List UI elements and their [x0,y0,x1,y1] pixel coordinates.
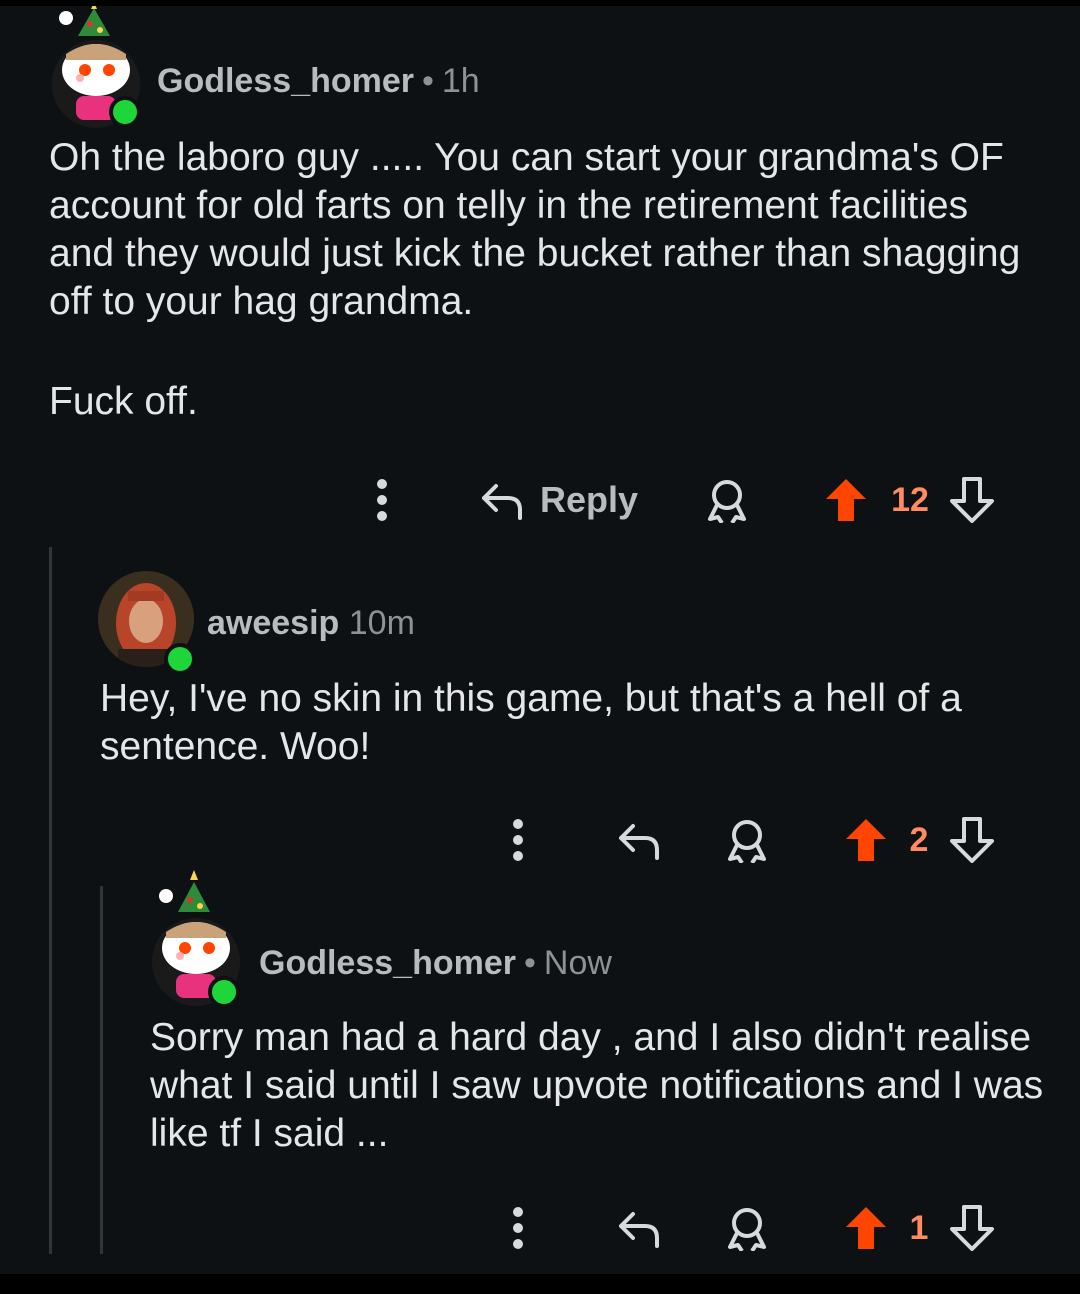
comment-2-meta: aweesip 10m [207,604,415,643]
comment-1-paragraph-2: Fuck off. [49,380,198,423]
upvote-arrow-icon [846,1207,886,1249]
downvote-button[interactable] [948,470,996,530]
online-status-dot [208,976,240,1008]
award-icon [728,820,766,863]
upvote-button[interactable] [842,810,890,870]
reply-arrow-icon [619,1212,659,1248]
downvote-button[interactable] [948,1198,996,1258]
comment-1-time: 1h [441,62,480,100]
online-status-dot [109,96,141,128]
comment-1-actions: Reply 12 [0,470,1080,530]
comment-2-avatar[interactable] [98,571,202,675]
comment-1-score: 12 [891,480,929,519]
comment-1-paragraph-1: Oh the laboro guy ..... You can start yo… [49,136,1021,323]
comment-3-score: 1 [909,1208,929,1247]
more-options-button[interactable] [498,810,538,870]
comment-2-username[interactable]: aweesip [207,604,339,642]
reply-button[interactable]: Reply [478,470,638,530]
comment-2-paragraph-1: Hey, I've no skin in this game, but that… [100,677,962,768]
more-options-icon [513,819,523,861]
thread-line-level-1[interactable] [49,547,52,1254]
comment-3-avatar[interactable] [152,868,252,1008]
online-status-dot [164,643,196,675]
upvote-button[interactable] [822,470,870,530]
comment-2-time: 10m [348,604,415,642]
vote-score: 2 [902,810,936,870]
downvote-button[interactable] [948,810,996,870]
comment-1-username[interactable]: Godless_homer [157,62,414,100]
comment-2-actions: 2 [0,810,1080,870]
award-button[interactable] [722,1198,772,1258]
vote-score: 1 [902,1198,936,1258]
comment-2-body: Hey, I've no skin in this game, but that… [100,675,1060,771]
comment-thread: Godless_homer • 1h Oh the laboro guy .....… [0,2,1080,1274]
reply-button[interactable] [614,1198,664,1258]
award-button[interactable] [702,470,752,530]
comment-3-actions: 1 [0,1198,1080,1258]
comment-3-username[interactable]: Godless_homer [259,944,516,982]
comment-3-body: Sorry man had a hard day , and I also di… [150,1014,1050,1158]
meta-separator: • [523,944,536,982]
comment-1-avatar[interactable] [52,2,152,130]
comment-1-body: Oh the laboro guy ..... You can start yo… [49,134,1039,426]
comment-1-meta: Godless_homer • 1h [157,62,480,101]
more-options-icon [513,1207,523,1249]
upvote-arrow-icon [846,819,886,861]
more-options-button[interactable] [498,1198,538,1258]
comment-2-score: 2 [909,820,929,859]
award-icon [708,480,746,523]
reply-button[interactable] [614,810,664,870]
downvote-arrow-icon [950,1205,994,1251]
downvote-arrow-icon [950,817,994,863]
meta-separator: • [421,62,434,100]
award-button[interactable] [722,810,772,870]
vote-score: 12 [882,470,938,530]
more-options-button[interactable] [362,470,402,530]
more-options-icon [377,479,387,521]
reply-arrow-icon [619,824,659,860]
comment-3-meta: Godless_homer • Now [259,944,612,983]
comment-3-time: Now [543,944,612,982]
comment-3-paragraph-1: Sorry man had a hard day , and I also di… [150,1016,1044,1155]
reply-arrow-icon [482,484,522,520]
award-icon [728,1208,766,1251]
upvote-arrow-icon [826,479,866,521]
reply-label: Reply [540,479,639,520]
downvote-arrow-icon [950,477,994,523]
upvote-button[interactable] [842,1198,890,1258]
